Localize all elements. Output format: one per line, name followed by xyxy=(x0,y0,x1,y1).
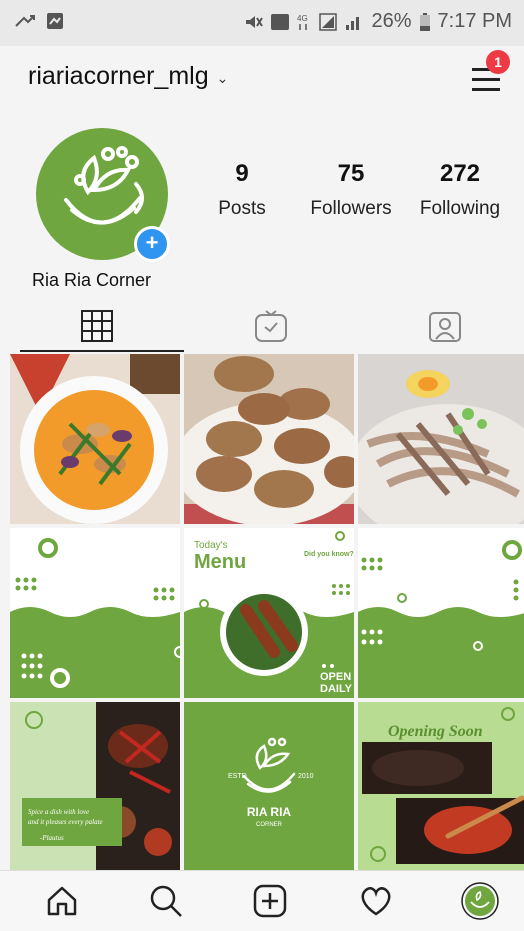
pattern-graphic xyxy=(358,528,524,698)
signal-icon xyxy=(319,12,338,31)
menu-title-big: Menu xyxy=(194,551,246,573)
tab-igtv[interactable] xyxy=(184,300,358,352)
nav-activity[interactable] xyxy=(356,881,396,921)
menu-graphic: Today's Menu Did you know? OPEN DAILY xyxy=(184,528,354,698)
patties-photo xyxy=(184,354,354,524)
post-tile-pattern-right[interactable] xyxy=(358,528,524,698)
tab-grid[interactable] xyxy=(10,300,184,352)
username-switcher[interactable]: riariacorner_mlg ⌄ xyxy=(28,62,228,91)
post-tile-patties[interactable] xyxy=(184,354,354,524)
quote-line-2: and it pleases every palate xyxy=(28,818,103,826)
menu-button[interactable]: 1 xyxy=(470,50,510,94)
noodles-photo xyxy=(358,354,524,524)
opening-soon-text: Opening Soon xyxy=(388,723,483,740)
brand-sub: CORNER xyxy=(256,822,283,828)
post-tile-quote[interactable]: Spice a dish with love and it pleases eve… xyxy=(10,702,180,872)
estd-label: ESTD xyxy=(228,773,247,780)
vibrate-icon xyxy=(271,13,290,30)
pattern-graphic xyxy=(10,528,180,698)
tagged-icon xyxy=(429,312,461,342)
search-icon xyxy=(150,885,182,917)
username: riariacorner_mlg xyxy=(28,62,209,90)
battery-percent: 26% xyxy=(371,10,412,32)
nav-search[interactable] xyxy=(146,881,186,921)
post-tile-noodles[interactable] xyxy=(358,354,524,524)
menu-line xyxy=(472,88,500,91)
posts-stat[interactable]: 9 Posts xyxy=(200,160,284,220)
usb-icon xyxy=(15,15,35,27)
status-bar: 4G 26% 7:17 PM xyxy=(0,0,524,46)
post-tile-opening-soon[interactable]: Opening Soon xyxy=(358,702,524,872)
post-tile-curry[interactable] xyxy=(10,354,180,524)
svg-text:4G: 4G xyxy=(297,14,308,23)
notification-badge: 1 xyxy=(486,50,510,74)
signal-bars-icon xyxy=(346,16,360,30)
menu-title-small: Today's xyxy=(194,540,228,551)
open-word: OPEN xyxy=(320,671,351,683)
menu-line xyxy=(472,78,500,81)
network-4g-icon: 4G xyxy=(297,14,308,30)
post-tile-pattern-left[interactable] xyxy=(10,528,180,698)
following-stat[interactable]: 272 Following xyxy=(414,160,506,220)
post-tile-todays-menu[interactable]: Today's Menu Did you know? OPEN DAILY xyxy=(184,528,354,698)
followers-label: Followers xyxy=(310,198,392,219)
profile-avatar-small xyxy=(461,882,499,920)
following-count: 272 xyxy=(439,160,481,187)
profile-tabs xyxy=(0,300,524,352)
quote-line-1: Spice a dish with love xyxy=(28,808,89,816)
posts-label: Posts xyxy=(218,198,266,219)
image-notification-icon xyxy=(47,13,63,29)
did-you-know: Did you know? xyxy=(304,551,354,558)
display-name: Ria Ria Corner xyxy=(32,270,152,290)
nav-new-post[interactable] xyxy=(250,881,290,921)
daily-word: DAILY xyxy=(320,683,353,695)
chevron-down-icon: ⌄ xyxy=(216,70,229,86)
grid-icon xyxy=(81,310,113,342)
brand-name: RIA RIA xyxy=(247,805,292,819)
tab-tagged[interactable] xyxy=(358,300,524,352)
opening-soon-graphic: Opening Soon xyxy=(358,702,524,872)
heart-icon xyxy=(361,887,391,916)
post-grid: Today's Menu Did you know? OPEN DAILY Sp… xyxy=(10,354,524,872)
curry-photo xyxy=(10,354,180,524)
igtv-icon xyxy=(255,310,287,342)
home-icon xyxy=(47,886,77,916)
nav-profile[interactable] xyxy=(460,881,500,921)
spices-quote-graphic: Spice a dish with love and it pleases eve… xyxy=(10,702,180,872)
clock: 7:17 PM xyxy=(437,10,512,32)
profile-header: riariacorner_mlg ⌄ 1 xyxy=(0,46,524,108)
mute-icon xyxy=(246,15,264,28)
add-post-icon xyxy=(253,884,287,918)
following-label: Following xyxy=(419,198,501,219)
logo-graphic: ESTD 2010 RIA RIA CORNER xyxy=(184,702,354,872)
followers-stat[interactable]: 75 Followers xyxy=(304,160,398,220)
profile-stats: 9 Posts 75 Followers 272 Following xyxy=(200,160,520,230)
add-story-button[interactable]: + xyxy=(134,226,170,262)
battery-icon xyxy=(419,12,430,31)
posts-count: 9 xyxy=(235,160,249,187)
post-tile-logo[interactable]: ESTD 2010 RIA RIA CORNER xyxy=(184,702,354,872)
followers-count: 75 xyxy=(337,160,365,187)
quote-author: -Plautus xyxy=(40,834,64,842)
bottom-nav xyxy=(0,870,524,931)
nav-home[interactable] xyxy=(42,881,82,921)
open-daily: OPEN DAILY xyxy=(320,671,353,695)
estd-year: 2010 xyxy=(298,773,314,780)
